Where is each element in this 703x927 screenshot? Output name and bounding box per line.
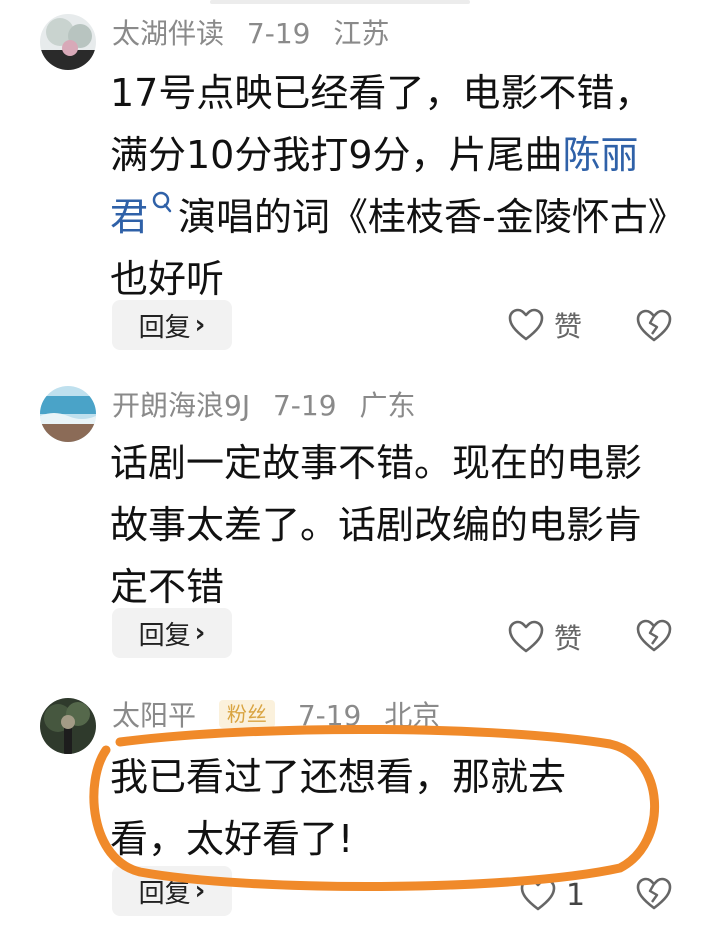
broken-heart-icon[interactable] <box>634 874 674 914</box>
comment-date: 7-19 <box>297 699 362 732</box>
comment-text: 17号点映已经看了，电影不错，满分10分我打9分，片尾曲陈丽君 演唱的词《桂枝香-… <box>110 62 670 310</box>
like-count: 1 <box>566 877 586 913</box>
like-count: 赞 <box>554 622 583 655</box>
comment-meta: 太湖伴读 7-19 江苏 <box>112 16 403 52</box>
comment-location: 广东 <box>359 389 416 422</box>
comment-text: 我已看过了还想看，那就去看，太好看了! <box>110 755 567 861</box>
comment-item: 太阳平 粉丝 7-19 北京 我已看过了还想看，那就去看，太好看了! 回复 › 1 <box>0 690 703 927</box>
reply-button[interactable]: 回复 › <box>112 866 232 916</box>
comment-meta: 太阳平 粉丝 7-19 北京 <box>112 698 454 734</box>
username[interactable]: 开朗海浪9J <box>112 389 250 422</box>
reply-button[interactable]: 回复 › <box>112 300 232 350</box>
username[interactable]: 太湖伴读 <box>112 17 224 50</box>
comment-location: 北京 <box>384 699 441 732</box>
comment-date: 7-19 <box>246 17 311 50</box>
heart-outline-icon <box>508 308 544 341</box>
comment-text: 话剧一定故事不错。现在的电影故事太差了。话剧改编的电影肯定不错 <box>110 441 643 609</box>
broken-heart-icon[interactable] <box>634 306 674 346</box>
reply-label: 回复 <box>138 878 191 909</box>
comment-date: 7-19 <box>272 389 337 422</box>
fan-badge: 粉丝 <box>218 700 275 728</box>
username[interactable]: 太阳平 <box>112 699 196 732</box>
comment-item: 太湖伴读 7-19 江苏 17号点映已经看了，电影不错，满分10分我打9分，片尾… <box>0 0 703 360</box>
comment-location: 江苏 <box>333 17 390 50</box>
like-count: 赞 <box>554 310 583 343</box>
like-button[interactable]: 1 <box>518 870 585 920</box>
reply-button[interactable]: 回复 › <box>112 608 232 658</box>
search-icon[interactable] <box>148 190 174 216</box>
chevron-right-icon: › <box>194 876 206 906</box>
reply-label: 回复 <box>138 312 191 343</box>
broken-heart-icon[interactable] <box>634 616 674 656</box>
avatar[interactable] <box>40 14 96 70</box>
avatar[interactable] <box>40 698 96 754</box>
like-button[interactable]: 赞 <box>506 300 582 350</box>
comment-meta: 开朗海浪9J 7-19 广东 <box>112 388 429 424</box>
chevron-right-icon: › <box>194 618 206 648</box>
avatar[interactable] <box>40 386 96 442</box>
comment-text-part: 演唱的词《桂枝香-金陵怀古》也好听 <box>110 195 667 301</box>
heart-outline-icon <box>508 620 544 653</box>
chevron-right-icon: › <box>194 310 206 340</box>
heart-outline-icon <box>520 878 556 911</box>
like-button[interactable]: 赞 <box>506 612 582 662</box>
reply-label: 回复 <box>138 620 191 651</box>
comment-item: 开朗海浪9J 7-19 广东 话剧一定故事不错。现在的电影故事太差了。话剧改编的… <box>0 370 703 680</box>
